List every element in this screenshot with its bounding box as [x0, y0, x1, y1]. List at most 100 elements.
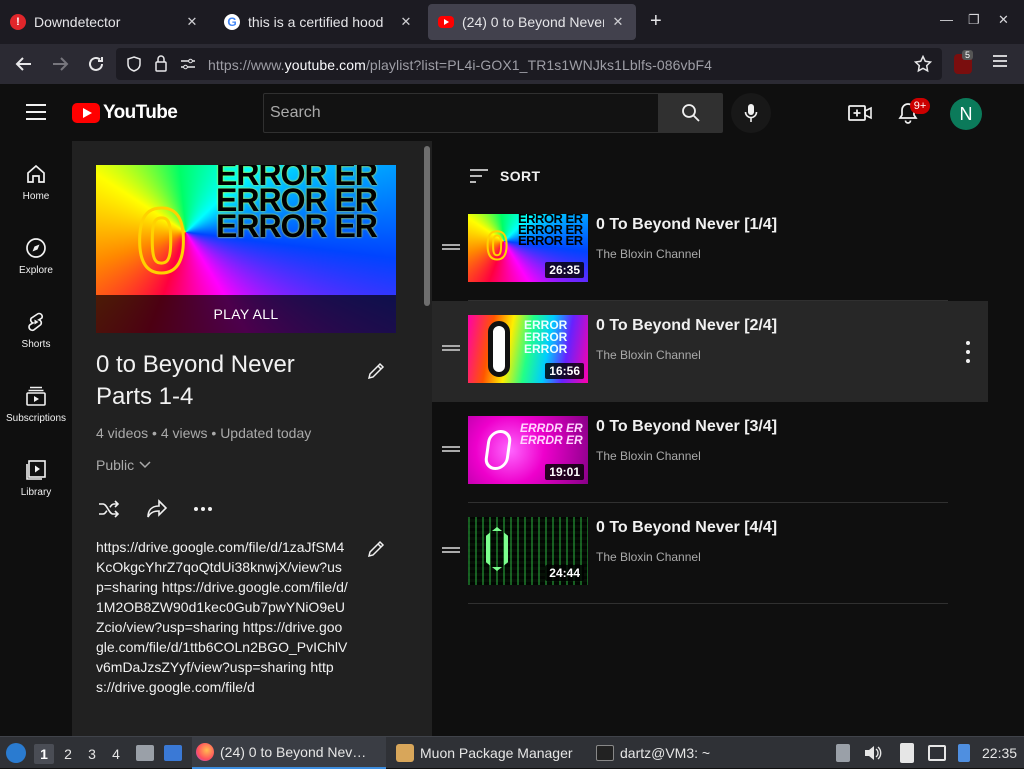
clipboard-icon[interactable]: [900, 743, 914, 763]
voice-search-button[interactable]: [731, 93, 771, 133]
minimize-icon[interactable]: —: [940, 12, 953, 27]
guide-sidebar: Home Explore Shorts Subscriptions Librar…: [0, 141, 72, 736]
kebab-menu-icon[interactable]: [958, 341, 978, 363]
chevron-down-icon: [139, 461, 151, 469]
permissions-icon[interactable]: [180, 57, 196, 71]
video-title[interactable]: 0 To Beyond Never [1/4]: [596, 216, 777, 234]
lock-icon: [155, 55, 167, 72]
terminal-icon: [596, 745, 614, 761]
playlist-video-row[interactable]: ERRDR ER ERRDR ER 19:01 0 To Beyond Never…: [432, 402, 988, 503]
thumbnail-error-text: ERRDR ER ERRDR ER: [520, 422, 583, 446]
tab-youtube-active[interactable]: (24) 0 to Beyond Never ✕: [428, 4, 636, 40]
create-video-icon[interactable]: [848, 103, 872, 128]
sort-icon: [470, 169, 488, 183]
guide-item-explore[interactable]: Explore: [0, 221, 72, 295]
privacy-label: Public: [96, 457, 135, 473]
duration-badge: 26:35: [545, 262, 584, 278]
more-actions-icon[interactable]: [194, 507, 212, 511]
play-all-button[interactable]: PLAY ALL: [96, 295, 396, 333]
sidebar-scrollbar[interactable]: [424, 146, 430, 306]
edit-description-pencil-icon[interactable]: [366, 539, 386, 564]
close-icon[interactable]: ✕: [610, 14, 626, 30]
video-thumbnail[interactable]: ERROR ERROR ERROR 16:56: [468, 315, 588, 383]
taskbar-window-firefox[interactable]: (24) 0 to Beyond Nev…: [192, 737, 386, 769]
playlist-description: https://drive.google.com/file/d/1zaJfSM4…: [96, 539, 348, 695]
playlist-thumbnail[interactable]: 0 ERROR ER ERROR ER ERROR ER PLAY ALL: [96, 165, 396, 333]
guide-item-home[interactable]: Home: [0, 147, 72, 221]
taskbar-window-title: Muon Package Manager: [420, 745, 573, 761]
edit-title-pencil-icon[interactable]: [366, 361, 386, 386]
workspace-4[interactable]: 4: [106, 744, 126, 764]
guide-item-label: Explore: [19, 265, 53, 276]
workspace-3[interactable]: 3: [82, 744, 102, 764]
playlist-video-row[interactable]: 24:44 0 To Beyond Never [4/4] The Bloxin…: [432, 503, 988, 604]
playlist-video-row[interactable]: ERROR ERROR ERROR 16:56 0 To Beyond Never …: [432, 301, 988, 402]
window-close-icon[interactable]: ✕: [998, 12, 1009, 28]
channel-name[interactable]: The Bloxin Channel: [596, 550, 701, 564]
avatar[interactable]: N: [950, 98, 982, 130]
privacy-dropdown[interactable]: Public: [96, 457, 151, 473]
playlist-stats: 4 videos • 4 views • Updated today: [96, 425, 312, 441]
drag-handle-icon[interactable]: [442, 446, 460, 452]
new-tab-button[interactable]: +: [650, 10, 662, 33]
taskbar-window-terminal[interactable]: dartz@VM3: ~: [592, 737, 732, 769]
drag-handle-icon[interactable]: [442, 345, 460, 351]
forward-button[interactable]: [48, 52, 72, 76]
workspace-1[interactable]: 1: [34, 744, 54, 764]
youtube-masthead: YouTube Search 9+ N: [0, 85, 1024, 141]
channel-name[interactable]: The Bloxin Channel: [596, 449, 701, 463]
bookmark-star-icon[interactable]: [914, 55, 932, 73]
video-title[interactable]: 0 To Beyond Never [4/4]: [596, 519, 777, 537]
shuffle-icon[interactable]: [98, 499, 120, 524]
video-thumbnail[interactable]: 0 ERROR ER ERROR ER ERROR ER 26:35: [468, 214, 588, 282]
notes-tray-icon[interactable]: [958, 744, 970, 762]
drag-handle-icon[interactable]: [442, 547, 460, 553]
thumbnail-zero-glyph: [486, 527, 508, 571]
menu-icon[interactable]: [992, 54, 1008, 73]
guide-item-shorts[interactable]: Shorts: [0, 295, 72, 369]
search-icon: [682, 104, 700, 122]
close-icon[interactable]: ✕: [184, 14, 200, 30]
system-taskbar: 1 2 3 4 (24) 0 to Beyond Nev… Muon Packa…: [0, 736, 1024, 769]
channel-name[interactable]: The Bloxin Channel: [596, 348, 701, 362]
guide-item-library[interactable]: Library: [0, 443, 72, 517]
thumbnail-zero-glyph: 0: [485, 224, 509, 268]
close-icon[interactable]: ✕: [398, 14, 414, 30]
arrow-right-icon: [53, 57, 69, 71]
restore-icon[interactable]: ❐: [968, 12, 980, 28]
file-manager-icon[interactable]: [136, 745, 154, 761]
youtube-logo[interactable]: YouTube: [72, 102, 178, 124]
hamburger-menu-icon[interactable]: [26, 104, 46, 125]
tab-google[interactable]: G this is a certified hood ✕: [214, 4, 424, 40]
channel-name[interactable]: The Bloxin Channel: [596, 247, 701, 261]
guide-item-subscriptions[interactable]: Subscriptions: [0, 369, 72, 443]
playlist-video-row[interactable]: 0 ERROR ER ERROR ER ERROR ER 26:35 0 To Be…: [432, 200, 988, 301]
url-bar[interactable]: https://www.youtube.com/playlist?list=PL…: [116, 48, 942, 80]
network-icon[interactable]: [928, 745, 946, 761]
thumb-text-line: ERROR ER: [518, 233, 583, 248]
drag-handle-icon[interactable]: [442, 244, 460, 250]
video-thumbnail[interactable]: 24:44: [468, 517, 588, 585]
volume-icon[interactable]: [864, 745, 882, 766]
thumbnail-zero-glyph: 0: [134, 190, 188, 292]
search-button[interactable]: [659, 93, 723, 133]
video-title[interactable]: 0 To Beyond Never [3/4]: [596, 418, 777, 436]
url-domain: youtube.com: [284, 57, 366, 73]
tab-downdetector[interactable]: ! Downdetector ✕: [0, 4, 210, 40]
sort-button[interactable]: SORT: [470, 168, 541, 184]
share-icon[interactable]: [146, 499, 168, 524]
video-thumbnail[interactable]: ERRDR ER ERRDR ER 19:01: [468, 416, 588, 484]
show-desktop-icon[interactable]: [164, 745, 182, 761]
url-text: https://www.youtube.com/playlist?list=PL…: [208, 57, 712, 73]
search-input[interactable]: Search: [263, 93, 659, 133]
updates-tray-icon[interactable]: [836, 744, 850, 762]
reload-button[interactable]: [84, 52, 108, 76]
back-button[interactable]: [12, 52, 36, 76]
url-prefix: https://www.: [208, 57, 285, 73]
start-menu-icon[interactable]: [6, 743, 26, 763]
video-title[interactable]: 0 To Beyond Never [2/4]: [596, 317, 777, 335]
tab-title: this is a certified hood: [248, 14, 384, 30]
notification-count-badge: 9+: [910, 98, 930, 114]
workspace-2[interactable]: 2: [58, 744, 78, 764]
taskbar-window-muon[interactable]: Muon Package Manager: [392, 737, 586, 769]
